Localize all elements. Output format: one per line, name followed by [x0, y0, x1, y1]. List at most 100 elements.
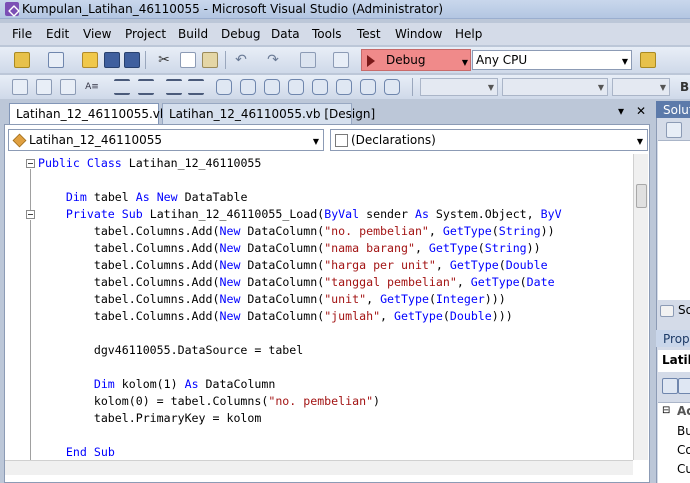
- toolbar-separator: [225, 51, 226, 69]
- quick-info-icon[interactable]: [60, 79, 76, 95]
- menu-build[interactable]: Build: [178, 27, 208, 41]
- collapse-class-icon[interactable]: [26, 159, 35, 168]
- code-line[interactable]: tabel.Columns.Add(New DataColumn("tangga…: [38, 274, 555, 291]
- code-line[interactable]: tabel.Columns.Add(New DataColumn("unit",…: [38, 291, 506, 308]
- scrollbar-thumb[interactable]: [636, 184, 647, 208]
- bold-icon[interactable]: B: [680, 79, 690, 95]
- collapse-category-icon[interactable]: ⊟: [662, 405, 670, 416]
- toggle-bookmark-icon[interactable]: [216, 79, 232, 95]
- open-file-icon[interactable]: [82, 52, 98, 68]
- comment-out-icon[interactable]: [166, 79, 182, 95]
- tab-code-view[interactable]: Latihan_12_46110055.vb: [9, 103, 168, 124]
- menu-data[interactable]: Data: [271, 27, 300, 41]
- clear-bookmarks-icon[interactable]: [384, 79, 400, 95]
- code-text: DataColumn(: [240, 258, 325, 272]
- previous-bookmark-icon[interactable]: [240, 79, 256, 95]
- method-name-dropdown[interactable]: (Declarations) ▼: [330, 129, 648, 151]
- solution-explorer-header[interactable]: Soluti: [656, 101, 690, 118]
- properties-icon[interactable]: [666, 122, 682, 138]
- categorized-icon[interactable]: [662, 378, 678, 394]
- menu-debug[interactable]: Debug: [221, 27, 260, 41]
- copy-icon[interactable]: [180, 52, 196, 68]
- code-line[interactable]: tabel.Columns.Add(New DataColumn("harga …: [38, 257, 548, 274]
- chevron-down-icon: ▼: [597, 83, 604, 92]
- undo-icon[interactable]: ↶: [233, 52, 249, 68]
- properties-object-row[interactable]: Latih: [658, 350, 690, 372]
- parameter-info-icon[interactable]: [36, 79, 52, 95]
- menu-window[interactable]: Window: [395, 27, 442, 41]
- find-in-files-icon[interactable]: [640, 52, 656, 68]
- next-bookmark-icon[interactable]: [264, 79, 280, 95]
- font-size-dropdown[interactable]: ▼: [502, 78, 608, 96]
- solution-explorer-tab[interactable]: So: [678, 303, 690, 317]
- code-line[interactable]: Dim kolom(1) As DataColumn: [38, 376, 276, 393]
- next-bookmark-in-folder-icon[interactable]: [312, 79, 328, 95]
- complete-word-icon[interactable]: A≡: [84, 79, 100, 95]
- solution-configuration-dropdown[interactable]: Debug ▼: [361, 49, 471, 71]
- properties-header[interactable]: Prope: [656, 330, 690, 347]
- code-line[interactable]: End Sub: [38, 444, 115, 461]
- uncomment-icon[interactable]: [188, 79, 204, 95]
- next-bookmark-in-document-icon[interactable]: [360, 79, 376, 95]
- code-text: tabel.Columns.Add(: [38, 258, 220, 272]
- display-object-member-list-icon[interactable]: [12, 79, 28, 95]
- vertical-scrollbar[interactable]: [633, 154, 648, 460]
- close-icon[interactable]: ✕: [636, 104, 646, 118]
- code-line[interactable]: tabel.Columns.Add(New DataColumn("no. pe…: [38, 223, 555, 240]
- previous-bookmark-in-document-icon[interactable]: [336, 79, 352, 95]
- code-text: ,: [456, 275, 471, 289]
- chevron-down-icon[interactable]: ▾: [618, 104, 624, 118]
- tab-design-view[interactable]: Latihan_12_46110055.vb [Design]: [162, 103, 375, 124]
- chevron-down-icon: ▼: [312, 137, 319, 146]
- solution-tree[interactable]: [658, 140, 690, 300]
- code-text: ))): [484, 292, 506, 306]
- font-name-dropdown[interactable]: ▼: [420, 78, 498, 96]
- add-item-icon[interactable]: [48, 52, 64, 68]
- save-all-icon[interactable]: [124, 52, 140, 68]
- window-title: Kumpulan_Latihan_46110055 - Microsoft Vi…: [22, 2, 444, 16]
- menu-help[interactable]: Help: [455, 27, 482, 41]
- menu-project[interactable]: Project: [125, 27, 166, 41]
- chevron-down-icon: ▼: [636, 137, 643, 146]
- code-line[interactable]: Public Class Latihan_12_46110055: [38, 155, 261, 172]
- code-text: ,: [435, 258, 450, 272]
- code-keyword: Dim: [65, 190, 87, 204]
- navigate-forward-icon[interactable]: [333, 52, 349, 68]
- property-row[interactable]: Cu: [677, 462, 690, 476]
- code-line[interactable]: dgv46110055.DataSource = tabel: [38, 342, 303, 359]
- cut-icon[interactable]: ✂: [156, 52, 172, 68]
- code-line[interactable]: tabel.Columns.Add(New DataColumn("jumlah…: [38, 308, 513, 325]
- style-dropdown[interactable]: ▼: [612, 78, 670, 96]
- solution-explorer-tab-icon[interactable]: [660, 305, 674, 317]
- previous-bookmark-in-folder-icon[interactable]: [288, 79, 304, 95]
- menu-view[interactable]: View: [83, 27, 111, 41]
- code-line[interactable]: kolom(0) = tabel.Columns("no. pembelian"…: [38, 393, 380, 410]
- code-line[interactable]: Dim tabel As New DataTable: [38, 189, 248, 206]
- redo-icon[interactable]: ↷: [265, 52, 281, 68]
- code-line[interactable]: tabel.PrimaryKey = kolom: [38, 410, 262, 427]
- code-line[interactable]: Private Sub Latihan_12_46110055_Load(ByV…: [38, 206, 562, 223]
- horizontal-scrollbar[interactable]: [5, 460, 633, 475]
- class-name-dropdown[interactable]: Latihan_12_46110055 ▼: [8, 129, 324, 151]
- toolbar-separator: [412, 78, 413, 96]
- collapse-sub-icon[interactable]: [26, 210, 35, 219]
- menu-file[interactable]: File: [12, 27, 32, 41]
- save-icon[interactable]: [104, 52, 120, 68]
- decrease-indent-icon[interactable]: [114, 79, 130, 95]
- property-row[interactable]: Bu: [677, 424, 690, 438]
- new-project-icon[interactable]: [14, 52, 30, 68]
- menu-test[interactable]: Test: [357, 27, 381, 41]
- menu-tools[interactable]: Tools: [312, 27, 342, 41]
- navigate-backward-icon[interactable]: [300, 52, 316, 68]
- property-row[interactable]: Co: [677, 443, 690, 457]
- alphabetical-icon[interactable]: [678, 378, 690, 394]
- start-debugging-icon[interactable]: [367, 55, 375, 67]
- class-name-value: Latihan_12_46110055: [29, 133, 162, 147]
- solution-platform-dropdown[interactable]: Any CPU ▼: [472, 50, 632, 70]
- paste-icon[interactable]: [202, 52, 218, 68]
- menu-edit[interactable]: Edit: [46, 27, 69, 41]
- increase-indent-icon[interactable]: [138, 79, 154, 95]
- code-line[interactable]: tabel.Columns.Add(New DataColumn("nama b…: [38, 240, 541, 257]
